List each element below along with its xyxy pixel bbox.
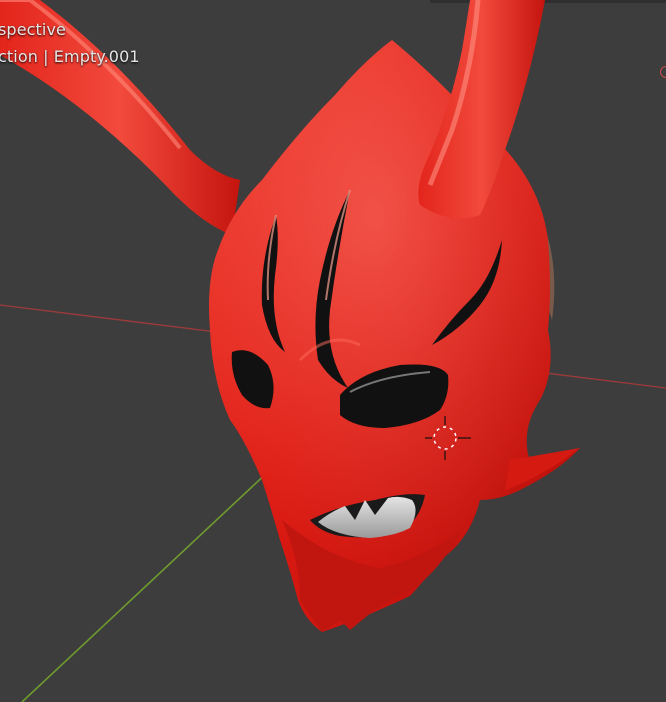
3d-viewport[interactable]: spective ction | Empty.001 — [0, 0, 666, 702]
navigation-gizmo-x-icon[interactable] — [660, 66, 666, 78]
mask-model[interactable] — [0, 0, 666, 702]
viewport-collection-info: ction | Empty.001 — [0, 47, 140, 66]
viewport-view-title: spective — [0, 20, 66, 39]
